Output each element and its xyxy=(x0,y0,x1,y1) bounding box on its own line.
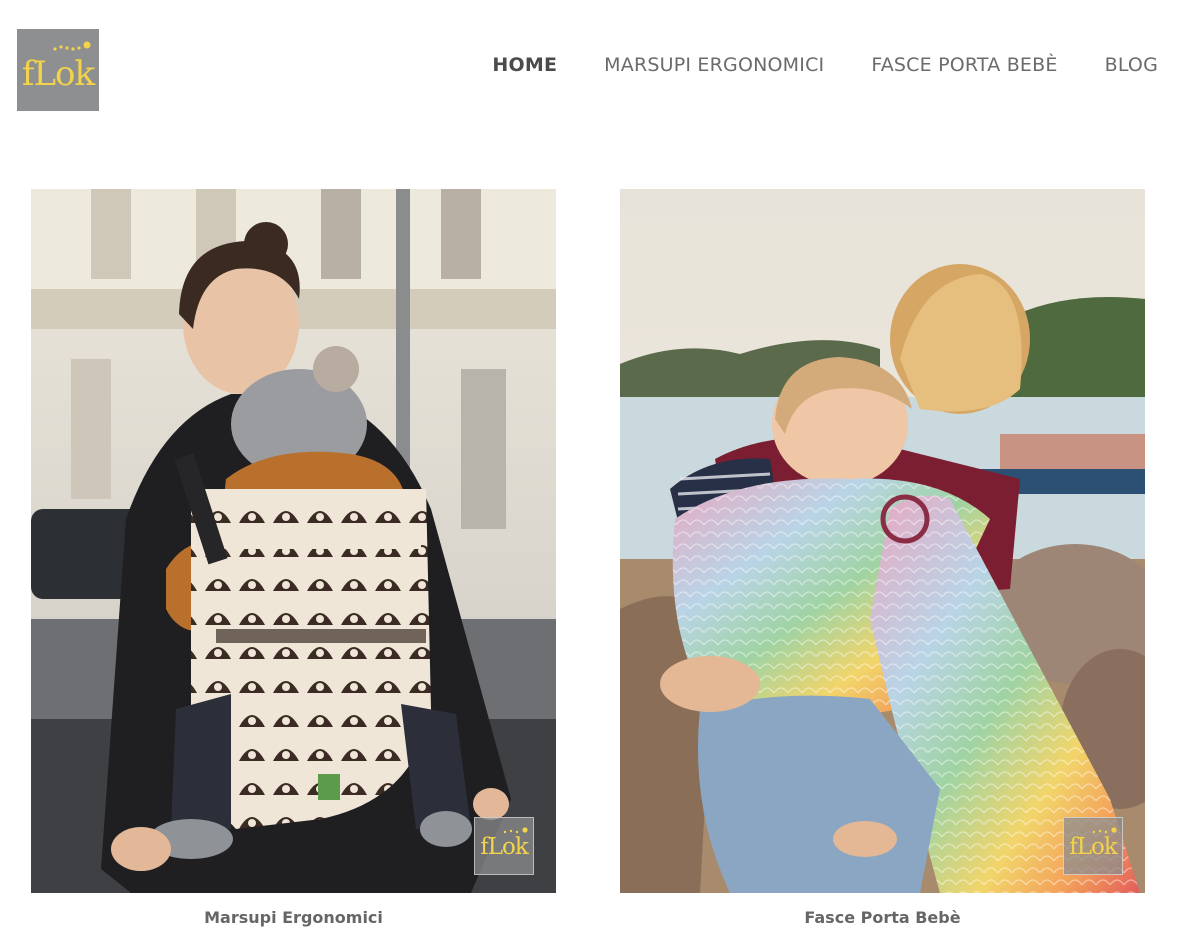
logo-text: fLok xyxy=(21,54,95,94)
flok-logo[interactable]: fLok xyxy=(17,29,99,111)
woman-with-sling-image xyxy=(620,189,1145,893)
caption-marsupi-ergonomici[interactable]: Marsupi Ergonomici xyxy=(31,908,556,927)
site-header: fLok HOME MARSUPI ERGONOMICI FASCE PORTA… xyxy=(0,0,1200,140)
nav-home[interactable]: HOME xyxy=(492,54,557,76)
watermark-text: fLok xyxy=(480,834,529,860)
nav-marsupi-ergonomici[interactable]: MARSUPI ERGONOMICI xyxy=(604,54,824,76)
caption-fasce-porta-bebe[interactable]: Fasce Porta Bebè xyxy=(620,908,1145,927)
fasce-photo[interactable]: fLok xyxy=(620,189,1145,893)
watermark-text: fLok xyxy=(1069,834,1118,860)
woman-with-carrier-image xyxy=(31,189,556,893)
nav-blog[interactable]: BLOG xyxy=(1105,54,1158,76)
category-card-marsupi: fLok Marsupi Ergonomici xyxy=(31,189,556,927)
main-navigation: HOME MARSUPI ERGONOMICI FASCE PORTA BEBÈ… xyxy=(492,54,1158,76)
category-card-fasce: fLok Fasce Porta Bebè xyxy=(620,189,1145,927)
nav-fasce-porta-bebe[interactable]: FASCE PORTA BEBÈ xyxy=(871,54,1057,76)
flok-watermark: fLok xyxy=(1063,817,1123,875)
marsupi-photo[interactable]: fLok xyxy=(31,189,556,893)
flok-watermark: fLok xyxy=(474,817,534,875)
